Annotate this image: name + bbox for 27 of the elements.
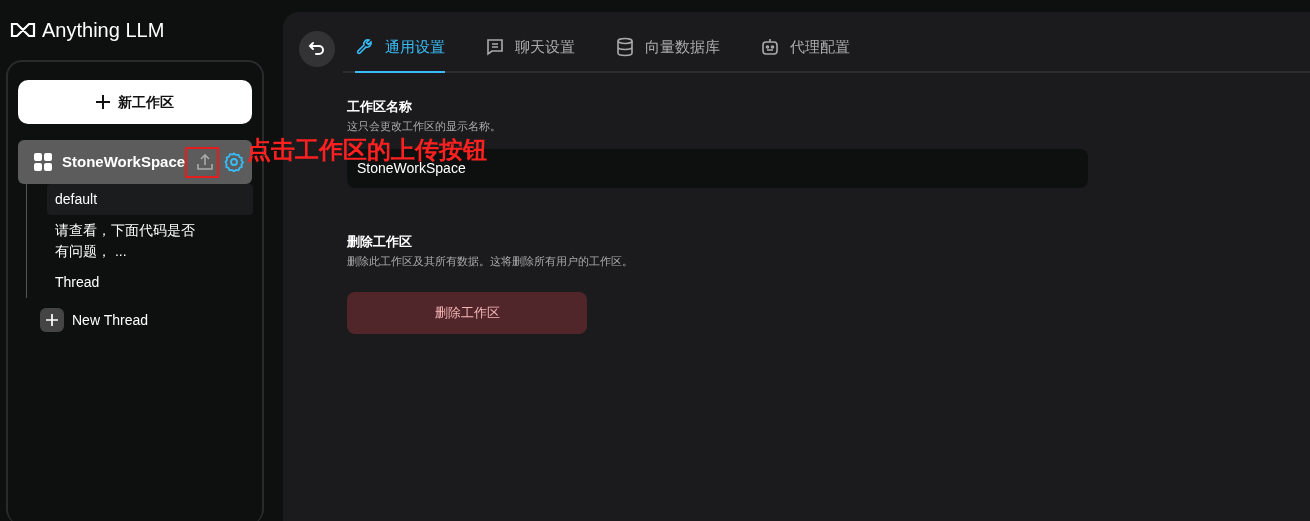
back-button[interactable] (299, 31, 335, 68)
settings-tab[interactable]: 代理配置 (760, 26, 850, 73)
settings-tab[interactable]: 聊天设置 (485, 26, 575, 73)
new-thread-button[interactable]: New Thread (18, 298, 148, 332)
robot-icon (760, 37, 780, 58)
thread-item[interactable]: 请查看，下面代码是否有问题， ... (47, 215, 207, 267)
new-workspace-button[interactable]: 新工作区 (18, 80, 252, 124)
settings-icon[interactable] (224, 152, 244, 172)
database-icon (615, 37, 635, 58)
thread-item[interactable]: default (47, 184, 253, 215)
highlight-box (185, 147, 219, 178)
section-title: 工作区名称 (347, 97, 413, 116)
logo-icon (10, 22, 36, 38)
grid-icon (34, 153, 52, 171)
app-logo-text: Anything LLM (42, 18, 165, 43)
thread-item[interactable]: Thread (47, 267, 207, 298)
delete-workspace-button[interactable]: 删除工作区 (347, 291, 587, 334)
chat-icon (485, 37, 505, 58)
settings-tab[interactable]: 通用设置 (355, 26, 445, 73)
section-description: 这只会更改工作区的显示名称。 (347, 119, 502, 134)
back-arrow-icon (308, 41, 326, 58)
plus-icon (40, 308, 64, 332)
section-description: 删除此工作区及其所有数据。这将删除所有用户的工作区。 (347, 254, 634, 269)
upload-icon[interactable] (196, 153, 214, 171)
section-title: 删除工作区 (347, 232, 413, 251)
plus-icon (96, 95, 110, 109)
settings-tab[interactable]: 向量数据库 (615, 26, 720, 73)
